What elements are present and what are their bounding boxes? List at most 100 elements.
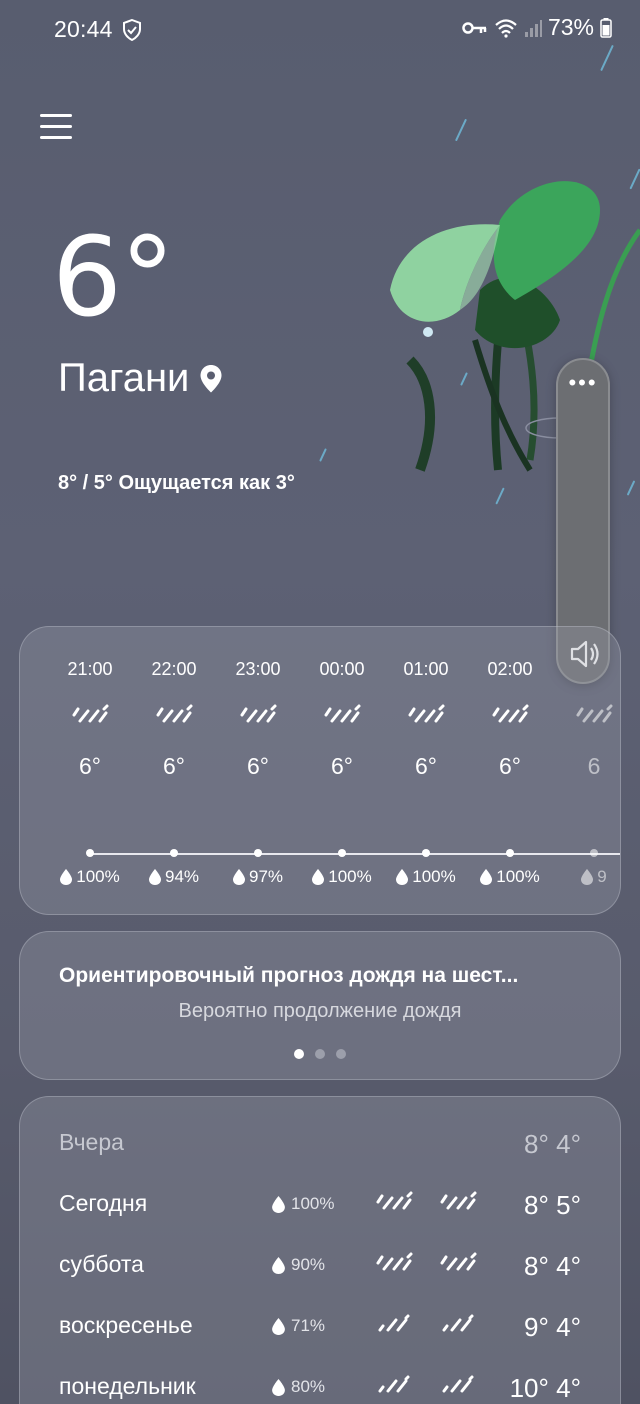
current-temperature: 6° <box>52 213 175 341</box>
raindrop-icon <box>272 1317 285 1335</box>
day-label: воскресенье <box>59 1312 193 1338</box>
hour-weather <box>154 703 194 732</box>
hourly-item: 69 <box>552 627 620 914</box>
hour-precip: 9 <box>552 867 620 887</box>
temperature-summary: 8° / 5° Ощущается как 3° <box>58 472 295 494</box>
raindrop-icon <box>272 1378 285 1396</box>
raindrop-icon <box>396 869 409 885</box>
timeline-dot <box>506 849 514 857</box>
hour-temperature: 6 <box>587 753 601 779</box>
daily-row[interactable]: Сегодня 100% 8° 5° <box>20 1190 620 1230</box>
precip-value: 90% <box>291 1255 326 1274</box>
hour-precip: 100% <box>300 867 384 887</box>
rain-icon <box>408 704 445 723</box>
hour-precip: 100% <box>48 867 132 887</box>
hourly-item: 01:00 6° 100% <box>384 627 468 914</box>
night-weather <box>438 1312 478 1341</box>
city-name[interactable]: Пагани <box>58 356 223 401</box>
page-indicator <box>20 1049 620 1059</box>
hour-label: 00:00 <box>319 659 365 679</box>
rain-icon <box>576 704 613 723</box>
precip-value: 80% <box>291 1377 326 1396</box>
day-temps: 8° 5° <box>524 1190 581 1220</box>
rain-forecast-title: Ориентировочный прогноз дождя на шест... <box>59 964 519 987</box>
raindrop-icon <box>581 869 594 885</box>
timeline-dot <box>170 849 178 857</box>
rain-icon <box>440 1252 477 1271</box>
vpn-key-icon <box>462 21 487 34</box>
battery-icon <box>600 17 612 38</box>
hour-precip: 94% <box>132 867 216 887</box>
day-label: понедельник <box>59 1373 196 1399</box>
day-label: Сегодня <box>59 1190 148 1216</box>
light-rain-icon <box>442 1314 474 1332</box>
rain-forecast-subtitle: Вероятно продолжение дождя <box>178 1000 462 1022</box>
location-pin-icon <box>200 364 222 392</box>
rain-icon <box>376 1191 413 1210</box>
night-weather <box>438 1251 478 1280</box>
page-dot <box>336 1049 346 1059</box>
hour-precip: 97% <box>216 867 300 887</box>
hour-temperature: 6° <box>415 753 437 779</box>
daily-forecast-card[interactable]: Вчера 8° 4° Сегодня 100% 8° 5° суббота 90% 8° 4… <box>19 1096 621 1404</box>
precip-value: 71% <box>291 1316 326 1335</box>
hour-weather <box>574 703 614 732</box>
rain-icon <box>72 704 109 723</box>
hourly-item: 21:00 6° 100% <box>48 627 132 914</box>
day-weather <box>374 1373 414 1402</box>
raindrop-icon <box>272 1256 285 1274</box>
raindrop-icon <box>232 869 245 885</box>
signal-icon <box>524 19 542 37</box>
day-precip: 90% <box>272 1255 325 1275</box>
hour-weather <box>490 703 530 732</box>
rain-icon <box>440 1191 477 1210</box>
hour-label: 01:00 <box>403 659 449 679</box>
night-weather <box>438 1373 478 1402</box>
precip-value: 100% <box>76 867 120 886</box>
hour-temperature: 6° <box>247 753 269 779</box>
hour-temperature: 6° <box>499 753 521 779</box>
daily-row[interactable]: воскресенье 71% 9° 4° <box>20 1312 620 1352</box>
daily-row[interactable]: Вчера 8° 4° <box>20 1129 620 1169</box>
rain-forecast-card[interactable]: Ориентировочный прогноз дождя на шест...… <box>19 931 621 1080</box>
day-weather <box>374 1190 414 1219</box>
page-dot <box>294 1049 304 1059</box>
more-options-icon[interactable]: ••• <box>558 372 608 394</box>
day-temps: 8° 4° <box>524 1251 581 1281</box>
hour-temperature: 6° <box>79 753 101 779</box>
daily-row[interactable]: суббота 90% 8° 4° <box>20 1251 620 1291</box>
hourly-forecast-card[interactable]: 21:00 6° 100% 22:00 6° 94% 23:00 6° 97% 00:00 6° 10… <box>19 626 621 915</box>
raindrop-icon <box>60 869 73 885</box>
precip-value: 100% <box>291 1194 335 1213</box>
day-label: Вчера <box>59 1129 124 1155</box>
hourly-item: 22:00 6° 94% <box>132 627 216 914</box>
hour-label: 23:00 <box>235 659 281 679</box>
night-weather <box>438 1190 478 1219</box>
day-precip: 71% <box>272 1316 325 1336</box>
hour-label: 22:00 <box>151 659 197 679</box>
rain-icon <box>492 704 529 723</box>
light-rain-icon <box>378 1314 410 1332</box>
precip-value: 100% <box>496 867 540 886</box>
menu-button[interactable] <box>40 114 72 146</box>
precip-value: 9 <box>597 867 607 886</box>
precip-value: 100% <box>412 867 456 886</box>
hourly-item: 02:00 6° 100% <box>468 627 552 914</box>
raindrop-icon <box>272 1195 285 1213</box>
city-label: Пагани <box>58 356 190 400</box>
timeline-dot <box>86 849 94 857</box>
status-time: 20:44 <box>54 16 113 42</box>
battery-percent: 73% <box>547 14 594 40</box>
hour-weather <box>406 703 446 732</box>
page-dot <box>315 1049 325 1059</box>
hour-weather <box>322 703 362 732</box>
hour-temperature: 6° <box>331 753 353 779</box>
raindrop-icon <box>312 869 325 885</box>
status-icons: 73% <box>462 14 612 41</box>
day-precip: 80% <box>272 1377 325 1397</box>
rain-icon <box>324 704 361 723</box>
daily-row[interactable]: понедельник 80% 10° 4° <box>20 1373 620 1404</box>
hour-precip: 100% <box>468 867 552 887</box>
timeline-dot <box>590 849 598 857</box>
rain-icon <box>156 704 193 723</box>
